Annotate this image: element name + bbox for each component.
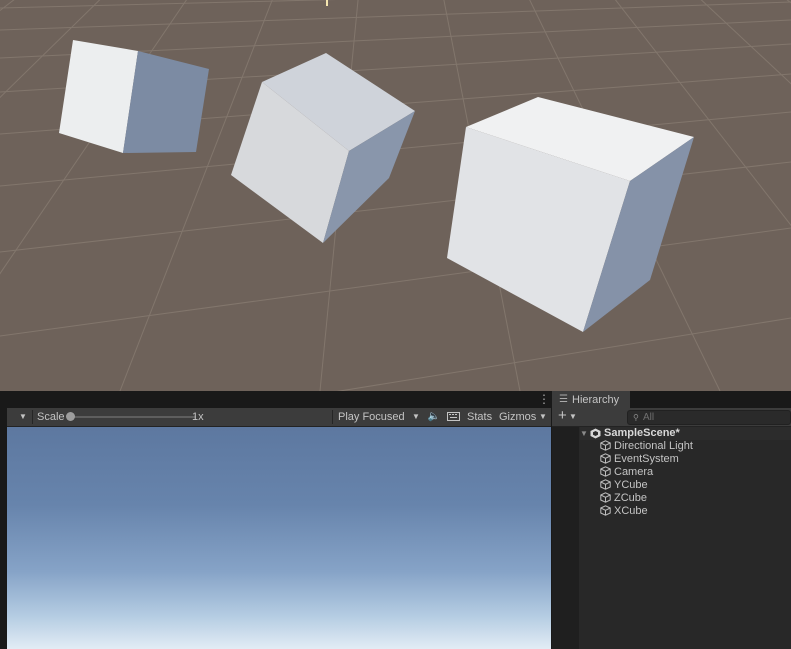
game-view[interactable] xyxy=(7,427,551,649)
cube-outline-icon xyxy=(600,492,611,503)
chevron-down-icon: ▼ xyxy=(539,412,547,421)
hierarchy-item-label: EventSystem xyxy=(614,453,679,465)
tab-hierarchy[interactable]: ☰ Hierarchy xyxy=(552,391,630,408)
gizmos-label: Gizmos xyxy=(499,411,537,423)
hierarchy-item-label: ZCube xyxy=(614,492,648,504)
stats-button[interactable]: Stats xyxy=(467,409,492,425)
scene-name: SampleScene* xyxy=(604,427,680,439)
toolbar-divider xyxy=(332,410,333,424)
search-placeholder: All xyxy=(643,412,655,423)
expand-arrow-icon[interactable]: ▼ xyxy=(580,427,588,440)
kebab-menu-icon[interactable]: ⋮ xyxy=(538,392,550,406)
game-tabbar: ⋮ xyxy=(7,391,551,408)
scale-slider[interactable] xyxy=(66,410,196,424)
gizmos-dropdown[interactable]: Gizmos ▼ xyxy=(494,409,551,425)
play-mode-dropdown[interactable]: Play Focused ▼ xyxy=(336,409,424,425)
hierarchy-item[interactable]: ZCube xyxy=(600,492,647,505)
chevron-down-icon[interactable]: ▼ xyxy=(18,409,28,425)
scale-slider-track xyxy=(70,416,196,418)
search-icon: ⚲ xyxy=(633,413,639,422)
cube-outline-icon xyxy=(600,440,611,451)
hierarchy-item-label: XCube xyxy=(614,505,648,517)
scene-gizmo-marker xyxy=(326,0,328,6)
keyboard-icon[interactable] xyxy=(444,409,462,425)
hierarchy-item[interactable]: Directional Light xyxy=(600,440,693,453)
scene-canvas[interactable] xyxy=(0,0,791,391)
game-toolbar: ▼ Scale 1x Play Focused ▼ 🔈 Stats Gizmos… xyxy=(7,408,551,427)
hierarchy-item[interactable]: YCube xyxy=(600,479,648,492)
hierarchy-item-label: YCube xyxy=(614,479,648,491)
toolbar-divider xyxy=(32,410,33,424)
chevron-down-icon: ▼ xyxy=(412,412,420,421)
hierarchy-item-label: Directional Light xyxy=(614,440,693,452)
bottom-dock: ⋮ ▼ Scale 1x Play Focused ▼ 🔈 Stats Gizm… xyxy=(0,391,791,649)
hierarchy-item-label: Camera xyxy=(614,466,654,478)
cube-outline-icon xyxy=(600,453,611,464)
hierarchy-tabbar: ☰ Hierarchy xyxy=(552,391,791,408)
hierarchy-item[interactable]: EventSystem xyxy=(600,453,679,466)
play-mode-label: Play Focused xyxy=(338,411,405,423)
game-panel: ⋮ ▼ Scale 1x Play Focused ▼ 🔈 Stats Gizm… xyxy=(7,391,551,649)
hierarchy-item[interactable]: Camera xyxy=(600,466,653,479)
hierarchy-item[interactable]: XCube xyxy=(600,505,648,518)
search-field[interactable]: ⚲ All xyxy=(627,410,791,425)
hierarchy-scene-row[interactable]: ▼ SampleScene* xyxy=(580,427,791,440)
add-object-button[interactable]: + ▼ xyxy=(556,407,580,425)
scale-label: Scale xyxy=(37,411,65,423)
scene-view[interactable] xyxy=(0,0,791,391)
hierarchy-list-icon: ☰ xyxy=(559,394,568,405)
hierarchy-gutter xyxy=(552,427,579,649)
cube-outline-icon xyxy=(600,466,611,477)
hierarchy-panel: ☰ Hierarchy + ▼ ⚲ All ▼ SampleScene* Dir… xyxy=(552,391,791,649)
cube-outline-icon xyxy=(600,479,611,490)
plus-icon: + xyxy=(558,407,567,424)
tab-hierarchy-label: Hierarchy xyxy=(572,394,620,406)
hierarchy-toolbar: + ▼ ⚲ All xyxy=(552,408,791,427)
chevron-down-icon: ▼ xyxy=(569,412,577,421)
speaker-icon[interactable]: 🔈 xyxy=(427,409,441,425)
cube-outline-icon xyxy=(600,505,611,516)
scale-value: 1x xyxy=(192,411,204,423)
scale-slider-handle[interactable] xyxy=(66,412,75,421)
